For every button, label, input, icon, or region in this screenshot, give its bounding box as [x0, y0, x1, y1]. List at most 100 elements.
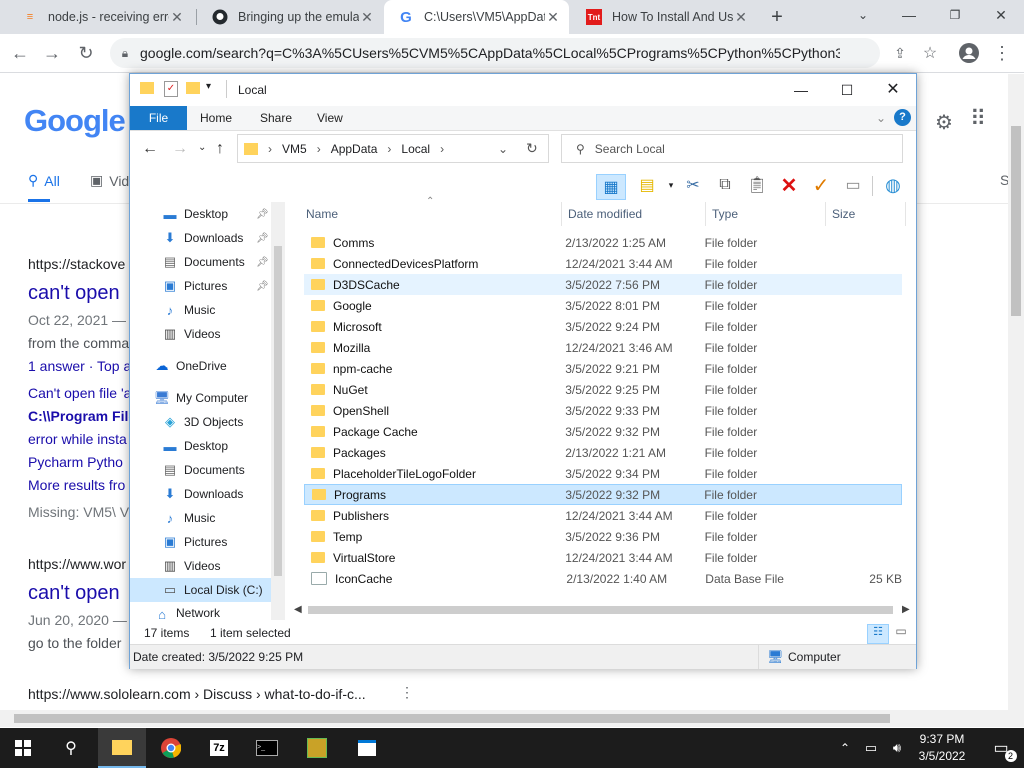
- nav-item-local-disk[interactable]: ▭ Local Disk (C:): [130, 578, 271, 602]
- result-more-icon[interactable]: ⋮: [400, 684, 414, 701]
- nav-item-3d-objects[interactable]: ◈ 3D Objects: [162, 410, 286, 434]
- file-row[interactable]: Publishers 12/24/2021 3:44 AM File folder: [304, 505, 902, 526]
- search-tab-all[interactable]: ⚲ All: [28, 172, 60, 189]
- scrollbar-thumb[interactable]: [308, 606, 893, 614]
- delete-icon[interactable]: ✕: [778, 174, 800, 197]
- related-result[interactable]: Pycharm Pytho: [28, 454, 123, 470]
- nav-item-documents-quick[interactable]: ▤ Documents 📌︎: [162, 250, 286, 274]
- close-window-button[interactable]: ✕: [978, 0, 1024, 30]
- breadcrumb-item[interactable]: VM5: [282, 142, 307, 156]
- related-result[interactable]: C:\\Program File: [28, 408, 136, 424]
- menu-icon[interactable]: ⋮: [988, 39, 1016, 67]
- chrome-icon[interactable]: [148, 728, 194, 768]
- minimize-button[interactable]: —: [886, 0, 932, 30]
- explorer-title-bar[interactable]: ✓ ▾ Local — ☐ ✕: [130, 74, 916, 106]
- bookmark-star-icon[interactable]: ☆: [916, 39, 944, 67]
- properties-icon[interactable]: ✓: [164, 81, 178, 97]
- chevron-right-icon[interactable]: ›: [440, 142, 444, 156]
- paste-icon[interactable]: 📋︎: [746, 174, 768, 196]
- nav-item-music-quick[interactable]: ♪ Music: [162, 298, 286, 322]
- file-row[interactable]: npm-cache 3/5/2022 9:21 PM File folder: [304, 358, 902, 379]
- file-row[interactable]: Programs 3/5/2022 9:32 PM File folder: [304, 484, 902, 505]
- scrollbar-thumb[interactable]: [274, 246, 282, 576]
- settings-gear-icon[interactable]: ⚙: [935, 110, 953, 135]
- nav-pane-scrollbar[interactable]: [271, 202, 285, 620]
- minimize-button[interactable]: —: [778, 78, 824, 102]
- result-url[interactable]: https://www.wor: [28, 556, 126, 572]
- terminal-icon[interactable]: >_: [244, 728, 290, 768]
- browser-tab-1[interactable]: ≡ node.js - receiving erro ✕: [8, 0, 193, 34]
- nav-item-downloads-quick[interactable]: ⬇ Downloads 📌︎: [162, 226, 286, 250]
- result-url[interactable]: https://www.sololearn.com › Discuss › wh…: [28, 686, 366, 702]
- nav-item-music[interactable]: ♪ Music: [162, 506, 286, 530]
- new-folder-icon[interactable]: [186, 82, 200, 94]
- start-button[interactable]: [0, 728, 46, 768]
- column-header-type[interactable]: Type: [706, 202, 826, 226]
- close-icon[interactable]: ✕: [169, 9, 185, 26]
- forward-button[interactable]: →: [38, 39, 66, 67]
- file-row[interactable]: PlaceholderTileLogoFolder 3/5/2022 9:34 P…: [304, 463, 902, 484]
- browser-tab-3-active[interactable]: G C:\Users\VM5\AppData ✕: [384, 0, 569, 34]
- cut-icon[interactable]: ✂: [682, 174, 704, 196]
- nav-item-my-computer[interactable]: 🖥︎ My Computer: [154, 386, 286, 410]
- file-row[interactable]: NuGet 3/5/2022 9:25 PM File folder: [304, 379, 902, 400]
- tab-share[interactable]: Share: [260, 106, 292, 130]
- close-icon[interactable]: ✕: [359, 9, 375, 26]
- file-row[interactable]: IconCache 2/13/2022 1:40 AM Data Base File…: [304, 568, 902, 589]
- result-url[interactable]: https://stackove: [28, 256, 125, 272]
- details-view-button[interactable]: ☷: [867, 624, 889, 644]
- address-breadcrumb[interactable]: › VM5 › AppData › Local › ⌄ ↻: [237, 134, 549, 163]
- nav-item-desktop[interactable]: ▬ Desktop: [162, 434, 286, 458]
- file-row[interactable]: VirtualStore 12/24/2021 3:44 AM File folde…: [304, 547, 902, 568]
- refresh-icon[interactable]: ↻: [526, 140, 538, 157]
- preview-pane-icon[interactable]: ▦: [596, 174, 626, 200]
- browser-tab-2[interactable]: Bringing up the emulat ✕: [198, 0, 383, 34]
- file-row[interactable]: Package Cache 3/5/2022 9:32 PM File folder: [304, 421, 902, 442]
- new-tab-button[interactable]: +: [760, 0, 794, 34]
- scrollbar-thumb[interactable]: [1011, 126, 1021, 316]
- tab-view[interactable]: View: [317, 106, 343, 130]
- file-row[interactable]: Comms 2/13/2022 1:25 AM File folder: [304, 232, 902, 253]
- pin-icon[interactable]: 📌︎: [256, 209, 269, 220]
- recent-locations-icon[interactable]: ⌄: [198, 142, 206, 153]
- rename-check-icon[interactable]: ✓: [810, 174, 832, 197]
- file-list-horizontal-scrollbar[interactable]: ◀ ▶: [290, 602, 915, 618]
- app-icon[interactable]: [294, 728, 340, 768]
- maximize-button[interactable]: ☐: [824, 78, 870, 102]
- scroll-right-icon[interactable]: ▶: [902, 604, 910, 615]
- nav-item-downloads[interactable]: ⬇ Downloads: [162, 482, 286, 506]
- folder-views-icon[interactable]: ▤: [636, 174, 658, 196]
- file-row[interactable]: Microsoft 3/5/2022 9:24 PM File folder: [304, 316, 902, 337]
- page-scrollbar[interactable]: [1008, 74, 1024, 710]
- breadcrumb-item[interactable]: Local: [401, 142, 430, 156]
- help-icon[interactable]: ?: [894, 109, 911, 126]
- pin-icon[interactable]: 📌︎: [256, 257, 269, 268]
- copy-icon[interactable]: ⧉: [714, 174, 736, 196]
- nav-item-videos[interactable]: ▥ Videos: [162, 554, 286, 578]
- network-icon[interactable]: ▭: [858, 728, 884, 768]
- pin-icon[interactable]: 📌︎: [256, 281, 269, 292]
- search-icon[interactable]: ⚲: [48, 728, 94, 768]
- horizontal-scrollbar[interactable]: [0, 710, 1024, 727]
- close-icon[interactable]: ✕: [545, 9, 561, 26]
- file-row[interactable]: Temp 3/5/2022 9:36 PM File folder: [304, 526, 902, 547]
- more-results-link[interactable]: More results fro: [28, 477, 125, 493]
- breadcrumb-item[interactable]: AppData: [331, 142, 378, 156]
- back-button[interactable]: ←: [142, 140, 158, 158]
- nav-item-pictures-quick[interactable]: ▣ Pictures 📌︎: [162, 274, 286, 298]
- result-title[interactable]: can't open: [28, 582, 120, 605]
- tab-file[interactable]: File: [130, 106, 187, 130]
- file-row[interactable]: D3DSCache 3/5/2022 7:56 PM File folder: [304, 274, 902, 295]
- result-title[interactable]: can't open: [28, 282, 120, 305]
- column-header-size[interactable]: Size: [826, 202, 906, 226]
- address-bar[interactable]: 🔒︎ google.com/search?q=C%3A%5CUsers%5CVM…: [110, 38, 880, 68]
- notifications-icon[interactable]: ▭ 2: [978, 728, 1024, 768]
- properties-icon[interactable]: ▭: [842, 174, 864, 196]
- views-dropdown-icon[interactable]: ▾: [660, 174, 682, 196]
- apps-grid-icon[interactable]: ⠿: [970, 106, 986, 132]
- 7zip-icon[interactable]: 7z: [196, 728, 242, 768]
- volume-icon[interactable]: 🔊︎: [884, 728, 910, 768]
- address-dropdown-icon[interactable]: ⌄: [498, 142, 508, 156]
- file-row[interactable]: OpenShell 3/5/2022 9:33 PM File folder: [304, 400, 902, 421]
- forward-button[interactable]: →: [172, 140, 188, 158]
